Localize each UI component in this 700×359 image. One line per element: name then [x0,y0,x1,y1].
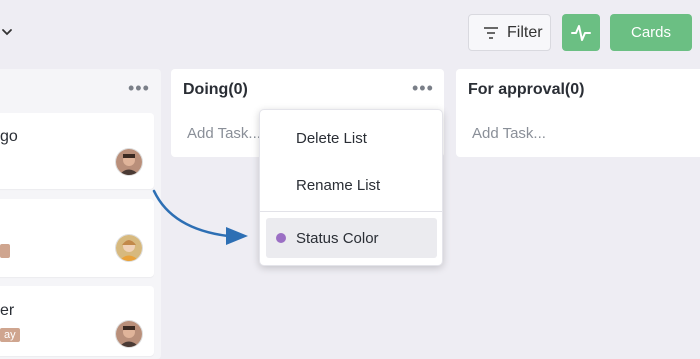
avatar [116,235,142,261]
more-dots-icon[interactable]: ••• [412,79,434,97]
cards-view-button[interactable]: Cards [610,14,692,51]
list-actions-menu: Delete List Rename List Status Color [259,109,443,266]
filter-lines-icon [484,26,498,39]
task-card-title: er [0,302,15,319]
activity-pulse-icon [571,24,591,41]
curved-arrow-icon [152,189,248,245]
add-task-input-doing[interactable]: Add Task... [187,125,261,142]
task-card[interactable]: er ay [0,286,154,356]
list-title-doing: Doing(0) [183,81,248,98]
menu-divider [260,211,442,212]
task-card-title: go [0,128,18,145]
menu-item-label: Rename List [296,176,381,194]
chevron-down-icon[interactable] [0,24,14,40]
task-card[interactable] [0,199,154,277]
activity-button[interactable] [562,14,600,51]
filter-button[interactable]: Filter [468,14,551,51]
status-color-dot [276,233,286,243]
list-title-approval: For approval(0) [468,81,585,98]
filter-label: Filter [507,23,543,41]
menu-item-rename-list[interactable]: Rename List [260,165,442,205]
add-task-input-approval[interactable]: Add Task... [472,125,546,142]
menu-item-label: Status Color [296,229,379,247]
avatar [116,149,142,175]
menu-item-delete-list[interactable]: Delete List [260,118,442,158]
avatar [116,321,142,347]
menu-item-label: Delete List [296,129,367,147]
more-dots-icon[interactable]: ••• [128,79,150,97]
cards-label: Cards [630,24,671,41]
task-card[interactable]: go [0,113,154,189]
menu-item-status-color[interactable]: Status Color [266,218,437,258]
label-tag [0,244,10,258]
